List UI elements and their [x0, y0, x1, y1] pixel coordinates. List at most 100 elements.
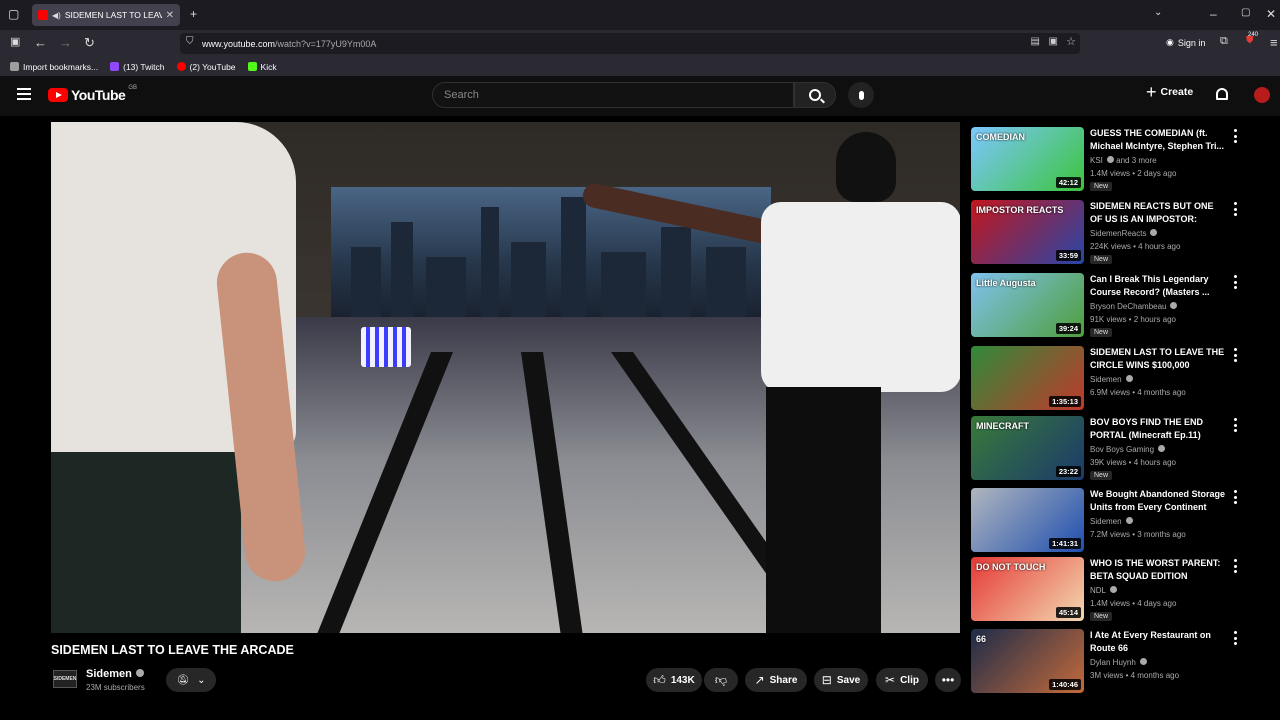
more-vertical-icon[interactable] [1233, 631, 1237, 645]
recommendation-title[interactable]: SIDEMEN REACTS BUT ONE OF US IS AN IMPOS… [1090, 200, 1225, 227]
url-bar[interactable]: ⛉ www.youtube.com/watch?v=177yU9Ym00A ▤ … [180, 33, 1080, 54]
recommendation-channel[interactable]: Bov Boys Gaming [1090, 445, 1166, 454]
recommendation-item[interactable]: DO NOT TOUCH 45:14 WHO IS THE WORST PARENT… [971, 557, 1261, 621]
bookmark-youtube[interactable]: (2) YouTube [176, 62, 236, 72]
video-thumbnail[interactable]: COMEDIAN 42:12 [971, 127, 1084, 191]
verified-check-icon [1125, 375, 1133, 382]
recommendation-item[interactable]: COMEDIAN 42:12 GUESS THE COMEDIAN (ft. Mic… [971, 127, 1261, 191]
save-button[interactable]: ⊟ Save [814, 668, 868, 692]
recommendation-item[interactable]: 66 1:40:46 I Ate At Every Restaurant on Ro… [971, 629, 1261, 693]
chevron-down-icon[interactable]: ⌄ [1154, 7, 1162, 18]
recommendation-channel[interactable]: Sidemen [1090, 375, 1133, 384]
video-duration: 42:12 [1055, 177, 1081, 188]
recommendation-title[interactable]: WHO IS THE WORST PARENT: BETA SQUAD EDIT… [1090, 557, 1225, 583]
video-thumbnail[interactable]: Little Augusta 39:24 [971, 273, 1084, 337]
video-thumbnail[interactable]: 1:35:13 [971, 346, 1084, 410]
recommendation-channel[interactable]: NDL [1090, 586, 1118, 595]
close-window-icon[interactable]: ✕ [1266, 7, 1276, 21]
youtube-play-icon [48, 88, 68, 102]
recommendation-item[interactable]: 1:35:13 SIDEMEN LAST TO LEAVE THE CIRCLE … [971, 346, 1261, 410]
sidebar-toggle-icon[interactable]: ▣ [10, 35, 20, 48]
browser-tab-active[interactable]: ◀) SIDEMEN LAST TO LEAVE T ✕ [32, 4, 180, 26]
more-vertical-icon[interactable] [1233, 129, 1237, 143]
recommendation-channel[interactable]: KSI and 3 more [1090, 156, 1157, 165]
more-actions-button[interactable]: ••• [935, 668, 961, 692]
recommendation-item[interactable]: IMPOSTOR REACTS 33:59 SIDEMEN REACTS BUT O… [971, 200, 1261, 264]
forward-icon[interactable]: → [59, 35, 72, 50]
back-icon[interactable]: ← [34, 35, 47, 50]
recommendation-title[interactable]: SIDEMEN LAST TO LEAVE THE CIRCLE WINS $1… [1090, 346, 1225, 372]
like-button[interactable]: 👍︎ 143K [646, 668, 702, 692]
video-thumbnail[interactable]: IMPOSTOR REACTS 33:59 [971, 200, 1084, 264]
close-tab-icon[interactable]: ✕ [166, 10, 174, 21]
recommendation-title[interactable]: GUESS THE COMEDIAN (ft. Michael McIntyre… [1090, 127, 1225, 153]
user-avatar[interactable] [1254, 87, 1270, 103]
channel-name[interactable]: Sidemen [86, 668, 144, 680]
video-thumbnail[interactable]: 1:41:31 [971, 488, 1084, 552]
search-button[interactable] [794, 82, 836, 108]
recommendation-title[interactable]: BOV BOYS FIND THE END PORTAL (Minecraft … [1090, 416, 1225, 442]
recommendation-item[interactable]: Little Augusta 39:24 Can I Break This Lege… [971, 273, 1261, 337]
more-vertical-icon[interactable] [1233, 348, 1237, 362]
subscription-bell-button[interactable]: 🔕︎ ⌄ [166, 668, 216, 692]
recommendation-channel[interactable]: Bryson DeChambeau [1090, 302, 1178, 311]
site-info-icon[interactable]: ⛉ [186, 36, 194, 47]
verified-check-icon [1170, 302, 1178, 309]
dislike-button[interactable]: 👎︎ [704, 668, 738, 692]
youtube-logo[interactable]: YouTube GB [48, 85, 137, 103]
recommendation-item[interactable]: MINECRAFT 23:22 BOV BOYS FIND THE END PORT… [971, 416, 1261, 480]
reader-view-icon[interactable]: ▤ [1031, 36, 1040, 47]
video-player[interactable] [51, 122, 960, 633]
bookmark-import[interactable]: Import bookmarks... [10, 62, 98, 72]
like-count: 143K [670, 674, 695, 686]
sign-in-button[interactable]: ◉ Sign in [1166, 37, 1205, 48]
recommendation-channel[interactable]: SidemenReacts [1090, 229, 1158, 238]
search-input[interactable]: Search [432, 82, 794, 108]
menu-icon[interactable]: ≡ [1270, 35, 1278, 50]
extensions-icon[interactable]: ⧉ [1220, 35, 1228, 48]
more-vertical-icon[interactable] [1233, 490, 1237, 504]
import-icon [10, 62, 19, 71]
tab-list-icon[interactable]: ▢ [8, 7, 19, 21]
channel-avatar[interactable]: SIDEMEN [53, 670, 77, 688]
hamburger-menu-icon[interactable] [17, 88, 31, 100]
recommendation-meta: 3M views • 4 months ago [1090, 671, 1180, 680]
reload-icon[interactable]: ↻ [84, 35, 95, 51]
share-label: Share [769, 674, 798, 686]
recommendation-channel[interactable]: Dylan Huynh [1090, 658, 1147, 667]
recommendation-title[interactable]: I Ate At Every Restaurant on Route 66 [1090, 629, 1225, 655]
recommendation-channel[interactable]: Sidemen [1090, 517, 1133, 526]
bookmark-twitch[interactable]: (13) Twitch [110, 62, 165, 72]
voice-search-button[interactable] [848, 82, 874, 108]
more-vertical-icon[interactable] [1233, 559, 1237, 573]
new-tab-icon[interactable]: + [190, 7, 197, 21]
recommendation-title[interactable]: Can I Break This Legendary Course Record… [1090, 273, 1225, 299]
more-vertical-icon[interactable] [1233, 418, 1237, 432]
verified-check-icon [135, 669, 144, 677]
picture-in-picture-icon[interactable]: ▣ [1049, 36, 1058, 47]
recommendation-meta: 1.4M views • 4 days ago [1090, 599, 1177, 608]
video-thumbnail[interactable]: DO NOT TOUCH 45:14 [971, 557, 1084, 621]
bookmark-label: Kick [260, 61, 277, 72]
minimize-icon[interactable]: – [1210, 7, 1217, 21]
thumbnail-text: DO NOT TOUCH [976, 562, 1046, 572]
recommendation-item[interactable]: 1:41:31 We Bought Abandoned Storage Units… [971, 488, 1261, 552]
notifications-bell-icon[interactable] [1216, 88, 1228, 100]
bookmark-star-icon[interactable]: ☆ [1066, 35, 1076, 48]
channel-name-text: Sidemen [86, 668, 132, 680]
more-vertical-icon[interactable] [1233, 202, 1237, 216]
share-button[interactable]: ↗ Share [745, 668, 807, 692]
chevron-down-icon: ⌄ [197, 674, 206, 686]
more-vertical-icon[interactable] [1233, 275, 1237, 289]
create-button[interactable]: + Create [1146, 83, 1193, 101]
bookmark-icon: ⊟ [821, 673, 832, 687]
video-thumbnail[interactable]: MINECRAFT 23:22 [971, 416, 1084, 480]
video-thumbnail[interactable]: 66 1:40:46 [971, 629, 1084, 693]
browser-tab-bar: ▢ ◀) SIDEMEN LAST TO LEAVE T ✕ + ⌄ – ▢ ✕ [0, 0, 1280, 30]
clip-button[interactable]: ✂ Clip [876, 668, 928, 692]
browser-nav-bar: ▣ ← → ↻ ⛉ www.youtube.com/watch?v=177yU9… [0, 30, 1280, 57]
bookmark-kick[interactable]: Kick [247, 61, 277, 72]
maximize-icon[interactable]: ▢ [1241, 7, 1250, 18]
bottom-edge [0, 697, 1280, 720]
recommendation-title[interactable]: We Bought Abandoned Storage Units from E… [1090, 488, 1225, 515]
